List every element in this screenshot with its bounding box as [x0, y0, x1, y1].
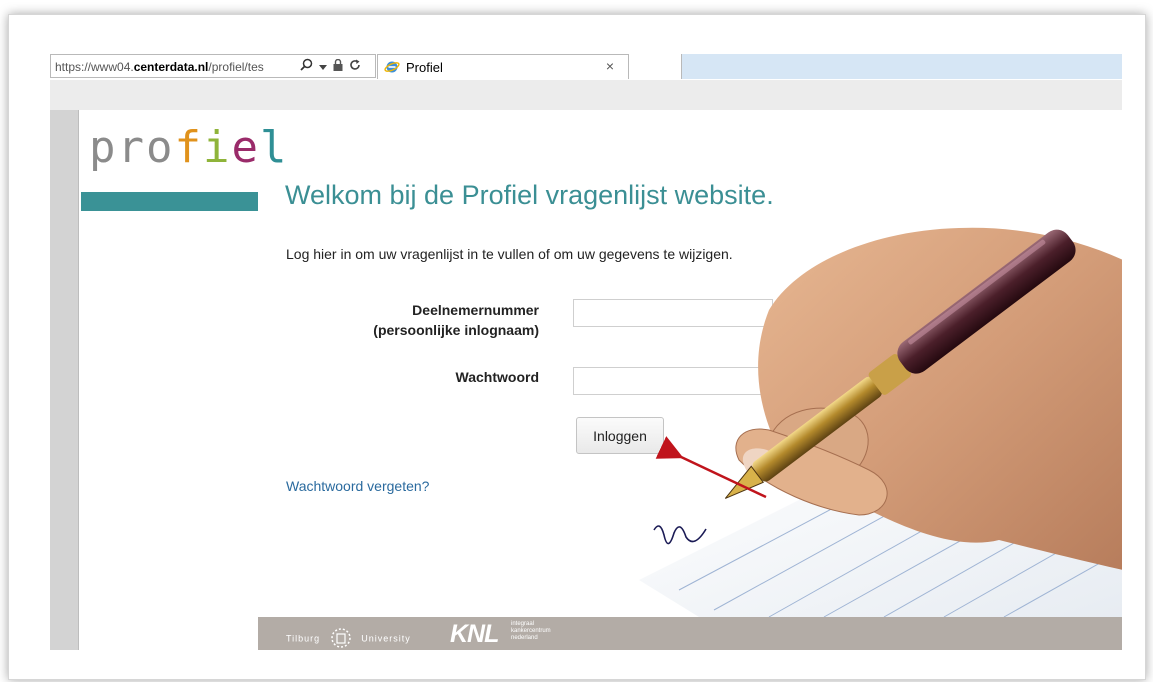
lock-icon[interactable] — [333, 58, 343, 74]
browser-viewport: profiel Welkom bij de Profiel vragenlijs… — [50, 110, 1122, 650]
search-icon[interactable] — [300, 58, 313, 74]
tab-new-area[interactable] — [629, 54, 682, 79]
web-page: profiel Welkom bij de Profiel vragenlijs… — [78, 110, 1122, 650]
knl-subtitle-line: nederland — [511, 635, 538, 641]
knl-logo: KNL — [450, 620, 499, 648]
tab-title: Profiel — [406, 59, 443, 75]
tab-profiel[interactable]: Profiel × — [377, 54, 629, 79]
university-seal-icon — [330, 627, 352, 650]
tilburg-university-logo: Tilburg University — [286, 627, 411, 650]
knl-subtitle-line: integraal — [511, 621, 535, 627]
ie-icon — [384, 59, 400, 75]
university-text: University — [361, 633, 411, 644]
close-icon[interactable]: × — [606, 58, 614, 74]
command-bar — [50, 80, 1122, 110]
url-path: /profiel/tes — [208, 60, 264, 74]
tilburg-text: Tilburg — [286, 633, 321, 644]
tab-strip — [682, 54, 1122, 79]
hand-pen-photo — [639, 227, 1122, 618]
url-prefix: https://www04. — [55, 60, 134, 74]
dropdown-icon[interactable] — [319, 59, 327, 74]
url-domain: centerdata.nl — [133, 60, 209, 74]
browser-toolbar: https://www04.centerdata.nl/profiel/tes … — [50, 54, 1122, 81]
page-footer: Tilburg University KNL integraal kankerc… — [258, 617, 1122, 650]
refresh-icon[interactable] — [349, 59, 361, 74]
knl-subtitle: integraal kankercentrum nederland — [511, 621, 551, 642]
knl-subtitle-line: kankercentrum — [511, 628, 551, 634]
address-bar-icons — [298, 55, 361, 77]
